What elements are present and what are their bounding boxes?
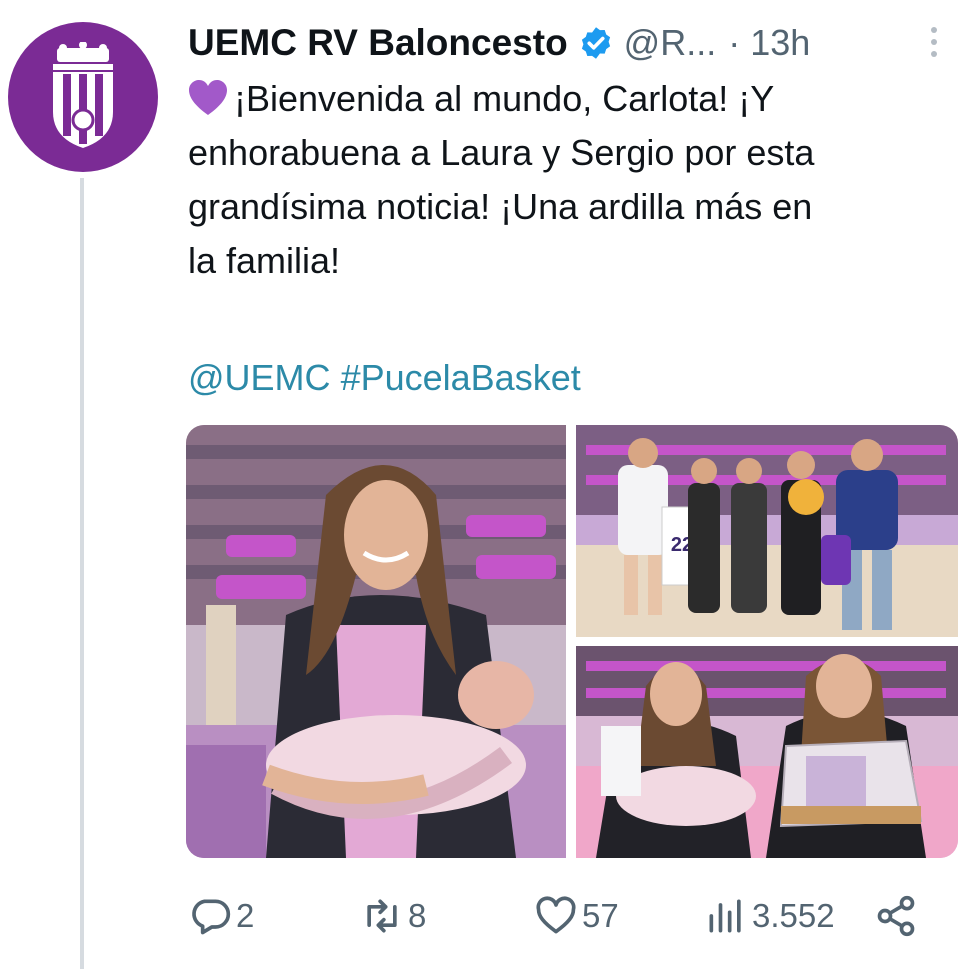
retweet-icon <box>367 899 397 933</box>
tweet-line-3: grandísima noticia! ¡Una ardilla más en <box>188 186 813 227</box>
photo-woman-with-baby[interactable] <box>186 425 566 858</box>
reply-button[interactable]: 2 <box>188 888 254 944</box>
views-icon <box>709 899 741 933</box>
like-button[interactable]: 57 <box>534 888 619 944</box>
tweet-line-1-text: ¡Bienvenida al mundo, Carlota! ¡Y <box>234 78 775 119</box>
tweet-line-4: la familia! <box>188 240 341 281</box>
reply-icon <box>192 899 231 935</box>
retweet-count: 8 <box>408 897 427 934</box>
reply-count: 2 <box>236 897 255 934</box>
tweet-line-1: ¡Bienvenida al mundo, Carlota! ¡Y <box>188 72 958 126</box>
tweet-text: ¡Bienvenida al mundo, Carlota! ¡Y enhora… <box>188 72 958 288</box>
purple-heart-icon <box>189 80 227 115</box>
media-grid: 22 <box>186 425 958 858</box>
more-icon[interactable] <box>926 22 942 62</box>
verified-badge-icon <box>581 27 610 59</box>
thread-line <box>80 178 84 969</box>
tweet-header: UEMC RV Baloncesto @R... · 13h <box>188 18 968 68</box>
views-count: 3.552 <box>752 897 835 934</box>
share-icon <box>877 895 915 937</box>
club-avatar[interactable] <box>8 22 158 172</box>
like-count: 57 <box>582 897 619 934</box>
like-icon <box>536 896 576 934</box>
account-handle[interactable]: @R... <box>624 22 717 64</box>
tweet-line-2: enhorabuena a Laura y Sergio por esta <box>188 132 815 173</box>
action-bar: 2 8 57 3.552 <box>188 888 928 944</box>
tweet-time[interactable]: · 13h <box>728 22 810 64</box>
photo-court-ceremony[interactable]: 22 <box>576 425 958 637</box>
tweet-tags: @UEMC #PucelaBasket <box>188 357 581 399</box>
mention-link[interactable]: @UEMC <box>188 357 331 398</box>
hashtag-link[interactable]: #PucelaBasket <box>341 357 581 398</box>
views-button[interactable]: 3.552 <box>704 888 835 944</box>
retweet-button[interactable]: 8 <box>360 888 426 944</box>
photo-gift-basket[interactable] <box>576 646 958 858</box>
share-button[interactable] <box>874 888 922 944</box>
account-name[interactable]: UEMC RV Baloncesto <box>188 22 568 64</box>
club-crest-icon <box>53 42 113 148</box>
